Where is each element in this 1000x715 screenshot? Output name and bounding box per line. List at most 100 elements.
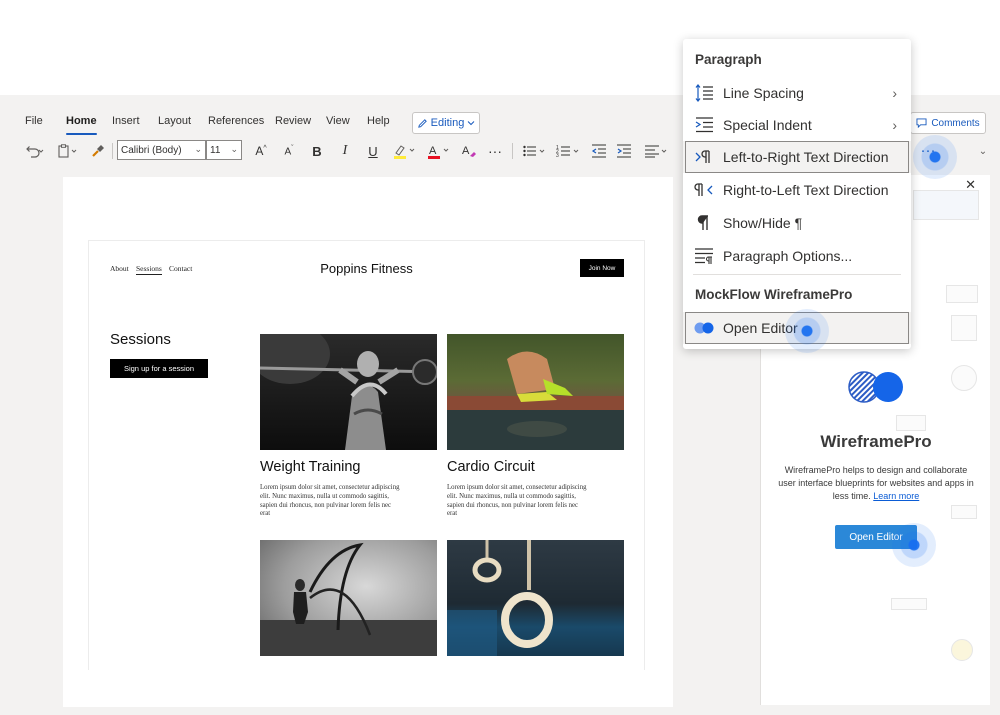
menu-item-show-hide[interactable]: Show/Hide ¶ bbox=[683, 207, 911, 239]
comment-icon bbox=[916, 118, 927, 128]
tab-references[interactable]: References bbox=[208, 115, 264, 127]
menu-item-special-indent[interactable]: Special Indent › bbox=[683, 109, 911, 141]
highlighter-icon bbox=[394, 145, 415, 159]
align-button[interactable] bbox=[643, 140, 673, 162]
faded-widget bbox=[913, 190, 979, 220]
clear-formatting-icon: A bbox=[462, 145, 476, 157]
faded-widget bbox=[946, 285, 978, 303]
italic-button[interactable]: I bbox=[336, 140, 354, 162]
undo-icon bbox=[26, 146, 44, 158]
format-painter-button[interactable] bbox=[88, 140, 108, 162]
document-page[interactable]: About Sessions Contact Poppins Fitness J… bbox=[63, 177, 673, 707]
numbered-list-icon: 123 bbox=[556, 145, 579, 158]
card-description: Lorem ipsum dolor sit amet, consectetur … bbox=[447, 484, 587, 518]
toolbar-separator bbox=[112, 143, 113, 159]
numbering-button[interactable]: 123 bbox=[555, 140, 585, 162]
svg-text:3: 3 bbox=[556, 153, 559, 158]
faded-widget bbox=[896, 415, 926, 431]
faded-widget bbox=[951, 315, 977, 341]
decrease-indent-icon bbox=[591, 144, 606, 158]
weight-training-image bbox=[260, 334, 437, 450]
comments-label: Comments bbox=[931, 117, 980, 129]
chevron-right-icon: › bbox=[892, 117, 897, 133]
pencil-icon bbox=[417, 118, 427, 128]
line-spacing-icon bbox=[693, 82, 715, 104]
format-painter-icon bbox=[92, 145, 104, 157]
tab-file[interactable]: File bbox=[25, 115, 43, 127]
pane-title: WireframePro bbox=[820, 432, 932, 451]
tap-indicator bbox=[785, 309, 829, 353]
chevron-right-icon: › bbox=[892, 85, 897, 101]
menu-section-heading: Paragraph bbox=[695, 52, 762, 67]
menu-item-line-spacing[interactable]: Line Spacing › bbox=[683, 77, 911, 109]
addin-heading: MockFlow WireframePro bbox=[695, 287, 853, 302]
highlight-button[interactable] bbox=[391, 140, 421, 162]
tab-insert[interactable]: Insert bbox=[112, 115, 140, 127]
faded-widget bbox=[951, 365, 977, 391]
editing-label: Editing bbox=[430, 117, 465, 129]
svg-text:A: A bbox=[429, 145, 437, 157]
gym-rings-image bbox=[447, 540, 624, 656]
faded-widget bbox=[891, 598, 927, 610]
menu-item-label: Line Spacing bbox=[723, 85, 804, 101]
chevron-down-icon: ⌄ bbox=[978, 145, 988, 157]
bullets-button[interactable] bbox=[521, 140, 551, 162]
tab-review[interactable]: Review bbox=[275, 115, 311, 127]
chevron-down-icon: ⌄ bbox=[230, 144, 238, 154]
increase-indent-button[interactable] bbox=[614, 140, 634, 162]
menu-item-label: Left-to-Right Text Direction bbox=[723, 149, 889, 165]
grow-font-button[interactable]: A^ bbox=[252, 140, 270, 162]
menu-item-label: Special Indent bbox=[723, 117, 812, 133]
font-color-icon: A bbox=[428, 145, 449, 159]
italic-icon: I bbox=[342, 143, 348, 158]
undo-button[interactable] bbox=[20, 140, 48, 162]
paste-button[interactable] bbox=[55, 140, 83, 162]
join-now-button: Join Now bbox=[580, 259, 624, 277]
menu-item-ltr-direction[interactable]: Left-to-Right Text Direction bbox=[683, 141, 911, 173]
card-title: Cardio Circuit bbox=[447, 459, 535, 475]
bold-button[interactable]: B bbox=[308, 140, 326, 162]
signup-button: Sign up for a session bbox=[110, 359, 208, 378]
sessions-heading: Sessions bbox=[110, 331, 171, 348]
menu-item-paragraph-options[interactable]: Paragraph Options... bbox=[683, 240, 911, 272]
special-indent-icon bbox=[693, 114, 715, 136]
menu-divider bbox=[693, 274, 901, 275]
font-name-value: Calibri (Body) bbox=[121, 144, 182, 156]
font-color-button[interactable]: A bbox=[425, 140, 455, 162]
paragraph-overflow-menu: Paragraph Line Spacing › Special Indent … bbox=[683, 39, 911, 349]
pilcrow-icon bbox=[693, 212, 715, 234]
shrink-font-button[interactable]: Aˇ bbox=[280, 140, 298, 162]
menu-item-label: Paragraph Options... bbox=[723, 248, 853, 264]
learn-more-link[interactable]: Learn more bbox=[873, 491, 919, 501]
tab-help[interactable]: Help bbox=[367, 115, 390, 127]
ltr-direction-icon bbox=[693, 146, 715, 168]
ribbon-collapse-button[interactable]: ⌄ bbox=[976, 140, 990, 162]
menu-item-label: Right-to-Left Text Direction bbox=[723, 182, 889, 198]
editing-mode-button[interactable]: Editing bbox=[412, 112, 480, 134]
menu-item-rtl-direction[interactable]: Right-to-Left Text Direction bbox=[683, 174, 911, 206]
card-title: Weight Training bbox=[260, 459, 361, 475]
toolbar-separator bbox=[512, 143, 513, 159]
underline-button[interactable]: U bbox=[364, 140, 382, 162]
clear-formatting-button[interactable]: A bbox=[459, 140, 479, 162]
underline-icon: U bbox=[368, 143, 378, 159]
font-size-select[interactable]: 11 ⌄ bbox=[206, 140, 242, 160]
more-font-options-button[interactable]: ··· bbox=[484, 140, 506, 162]
wireframepro-logo bbox=[848, 371, 903, 403]
website-mockup: About Sessions Contact Poppins Fitness J… bbox=[88, 240, 645, 670]
bold-icon: B bbox=[312, 143, 322, 159]
tab-home[interactable]: Home bbox=[66, 115, 97, 135]
tab-layout[interactable]: Layout bbox=[158, 115, 191, 127]
tap-indicator bbox=[913, 135, 957, 179]
tap-indicator bbox=[892, 523, 936, 567]
chevron-down-icon bbox=[467, 121, 475, 126]
comments-button[interactable]: Comments bbox=[910, 112, 986, 134]
decrease-indent-button[interactable] bbox=[589, 140, 609, 162]
bullet-list-icon bbox=[523, 145, 545, 157]
shrink-font-icon: Aˇ bbox=[284, 144, 294, 158]
font-name-select[interactable]: Calibri (Body) ⌄ bbox=[117, 140, 206, 160]
tab-view[interactable]: View bbox=[326, 115, 350, 127]
battle-ropes-image bbox=[260, 540, 437, 656]
cardio-circuit-image bbox=[447, 334, 624, 450]
svg-text:A: A bbox=[462, 145, 470, 157]
